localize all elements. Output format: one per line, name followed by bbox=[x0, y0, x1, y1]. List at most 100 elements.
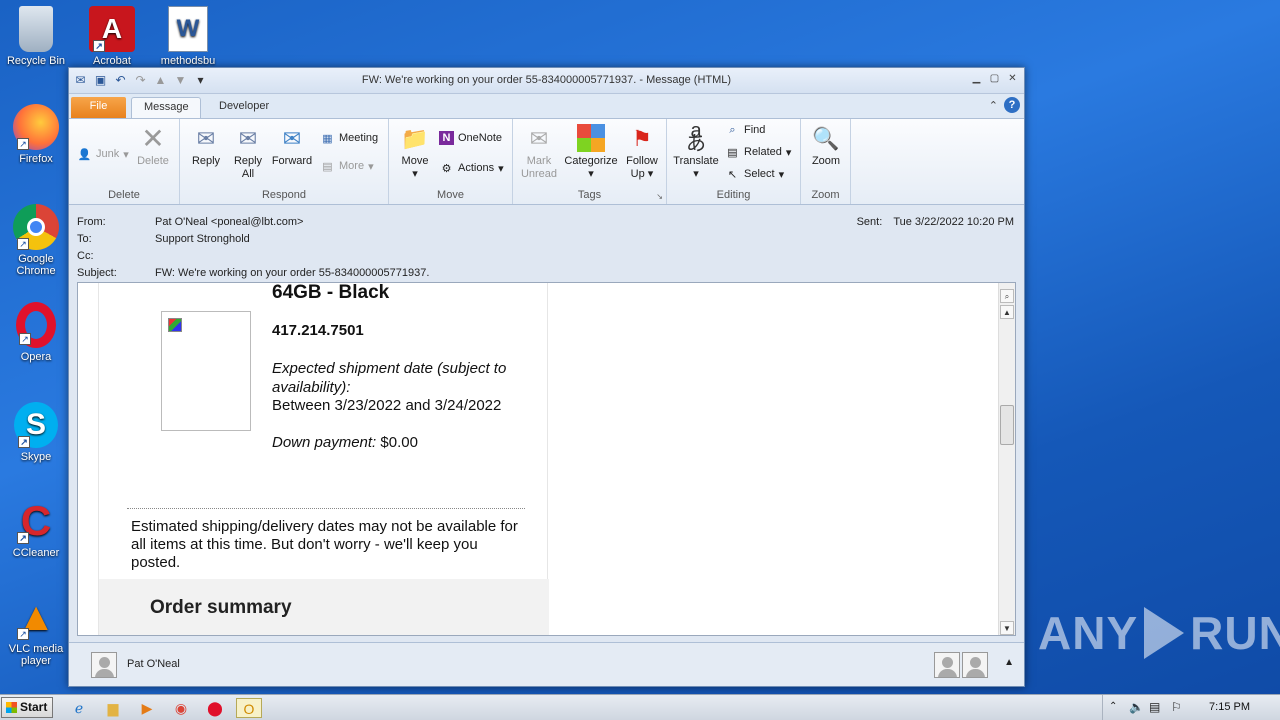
more-icon: ▤ bbox=[322, 160, 333, 173]
from-value[interactable]: Pat O'Neal <poneal@lbt.com> bbox=[155, 216, 303, 228]
chrome-taskbar-icon[interactable]: ◉ bbox=[170, 698, 192, 718]
desktop-icon-firefox[interactable]: ↗ Firefox bbox=[0, 104, 72, 165]
anyrun-watermark: ANY RUN bbox=[1038, 607, 1280, 659]
broken-image-icon bbox=[168, 318, 182, 332]
tab-message[interactable]: Message bbox=[131, 97, 201, 118]
help-icon[interactable]: ? bbox=[1004, 97, 1020, 113]
onenote-button[interactable]: N OneNote bbox=[439, 131, 502, 145]
forward-button[interactable]: ✉ Forward bbox=[270, 123, 314, 168]
follow-up-button[interactable]: ⚑ Follow Up ▾ bbox=[621, 123, 663, 181]
select-button[interactable]: ↖ Select ▾ bbox=[725, 167, 784, 181]
desktop-icon-vlc[interactable]: ▲ ↗ VLC media player bbox=[0, 594, 72, 667]
start-button[interactable]: Start bbox=[1, 697, 53, 718]
order-summary-heading: Order summary bbox=[150, 597, 292, 618]
desktop-icon-opera[interactable]: ↗ Opera bbox=[0, 302, 72, 363]
forward-icon: ✉ bbox=[282, 125, 302, 151]
zoom-magnifier-icon: 🔍 bbox=[812, 125, 840, 151]
desktop-icon-acrobat[interactable]: A ↗ Acrobat bbox=[76, 6, 148, 68]
media-player-taskbar-icon[interactable]: ▶ bbox=[136, 698, 158, 718]
ccleaner-icon: C ↗ bbox=[13, 498, 59, 544]
desktop-icon-chrome[interactable]: ↗ Google Chrome bbox=[0, 204, 72, 277]
desktop-icon-label: Firefox bbox=[19, 153, 53, 165]
follow-up-flag-icon: ⚑ bbox=[632, 125, 652, 151]
reply-button[interactable]: ✉ Reply bbox=[186, 123, 226, 168]
desktop-icon-skype[interactable]: S ↗ Skype bbox=[0, 402, 72, 463]
skype-icon: S ↗ bbox=[14, 402, 58, 448]
shipment-info: Expected shipment date (subject to avail… bbox=[272, 360, 507, 451]
desktop-icon-label: methodsbu bbox=[160, 55, 216, 67]
explorer-taskbar-icon[interactable]: ▆ bbox=[102, 698, 124, 718]
desktop-icon-ccleaner[interactable]: C ↗ CCleaner bbox=[0, 498, 72, 560]
scroll-thumb[interactable] bbox=[1000, 405, 1014, 445]
sender-avatar[interactable] bbox=[91, 652, 117, 678]
reply-all-button[interactable]: ✉ Reply All bbox=[228, 123, 268, 181]
opera-taskbar-icon[interactable]: ⬤ bbox=[204, 698, 226, 718]
desktop-icon-methodsbu[interactable]: W methodsbu bbox=[152, 6, 224, 68]
subject-label: Subject: bbox=[77, 267, 117, 279]
ribbon-tabs: File Message Developer ⌃ ? bbox=[69, 94, 1024, 118]
action-center-flag-icon[interactable]: ⚐ bbox=[1171, 700, 1182, 714]
people-pane-name[interactable]: Pat O'Neal bbox=[127, 658, 180, 670]
minimize-button[interactable]: ▁ bbox=[969, 72, 984, 86]
ribbon-group-zoom: 🔍 Zoom Zoom bbox=[801, 119, 851, 204]
network-icon[interactable]: ▤ bbox=[1149, 700, 1160, 714]
ie-taskbar-icon[interactable]: ℯ bbox=[68, 698, 90, 718]
vertical-scrollbar[interactable]: ⌕ ▲ ▼ bbox=[998, 283, 1015, 635]
junk-button[interactable]: 👤 Junk ▾ bbox=[77, 147, 129, 161]
ribbon-group-tags: ✉ Mark Unread Categorize ▾ ⚑ Follow Up ▾ Ta… bbox=[513, 119, 667, 204]
desktop-icon-label: CCleaner bbox=[12, 547, 60, 559]
zoom-button[interactable]: 🔍 Zoom bbox=[805, 123, 847, 168]
clock[interactable]: 7:15 PM bbox=[1209, 701, 1250, 713]
order-summary-section: Order summary bbox=[99, 579, 549, 635]
expand-people-pane-icon[interactable]: ▲ bbox=[1004, 657, 1014, 668]
move-button[interactable]: 📁 Move ▾ bbox=[395, 123, 435, 181]
translate-icon: aあ bbox=[686, 120, 706, 155]
message-window: ✉ ▣ ↶ ↷ ▲ ▼ ▾ FW: We're working on your … bbox=[68, 67, 1025, 687]
categorize-button[interactable]: Categorize ▾ bbox=[563, 123, 619, 181]
collapse-ribbon-icon[interactable]: ⌃ bbox=[989, 99, 998, 112]
desktop-icon-label: Recycle Bin bbox=[6, 55, 66, 67]
find-button[interactable]: ⌕ Find bbox=[725, 123, 765, 137]
contact-avatar[interactable] bbox=[962, 652, 988, 678]
zoom-toggle-icon[interactable]: ⌕ bbox=[1000, 289, 1014, 303]
related-button[interactable]: ▤ Related ▾ bbox=[725, 145, 791, 159]
outlook-taskbar-icon[interactable]: O bbox=[236, 698, 262, 718]
tab-developer[interactable]: Developer bbox=[207, 97, 281, 118]
volume-icon[interactable]: 🔈 bbox=[1129, 700, 1144, 714]
meeting-button[interactable]: ▦ Meeting bbox=[320, 131, 378, 145]
actions-button[interactable]: ⚙ Actions ▾ bbox=[439, 161, 504, 175]
ribbon-group-editing: aあ Translate ▾ ⌕ Find ▤ Related ▾ ↖ Select ▾ E… bbox=[667, 119, 801, 204]
categorize-icon bbox=[576, 123, 606, 153]
people-pane: Pat O'Neal ▲ bbox=[69, 642, 1024, 686]
more-button[interactable]: ▤ More ▾ bbox=[320, 159, 373, 173]
chrome-icon: ↗ bbox=[13, 204, 59, 250]
contact-avatar[interactable] bbox=[934, 652, 960, 678]
subject-value: FW: We're working on your order 55-83400… bbox=[155, 267, 430, 279]
system-tray: ⌃ 🔈 ▤ ⚐ 7:15 PM bbox=[1102, 695, 1280, 720]
word-document-icon: W bbox=[168, 6, 208, 52]
mark-unread-button[interactable]: ✉ Mark Unread bbox=[517, 123, 561, 181]
dialog-launcher-icon[interactable]: ↘ bbox=[656, 192, 663, 201]
desktop-icon-label: Skype bbox=[20, 451, 52, 463]
message-body[interactable]: 64GB - Black 417.214.7501 Expected shipm… bbox=[77, 282, 1016, 636]
message-headers: From: Pat O'Neal <poneal@lbt.com> To: Su… bbox=[69, 208, 1024, 280]
recycle-bin-icon bbox=[19, 6, 53, 52]
content-divider bbox=[127, 508, 525, 509]
close-button[interactable]: ✕ bbox=[1005, 72, 1020, 86]
meeting-icon: ▦ bbox=[322, 132, 333, 145]
translate-button[interactable]: aあ Translate ▾ bbox=[671, 120, 721, 181]
junk-icon: 👤 bbox=[77, 148, 92, 161]
maximize-button[interactable]: ▢ bbox=[987, 72, 1002, 86]
phone-number: 417.214.7501 bbox=[272, 322, 364, 339]
scroll-up-icon[interactable]: ▲ bbox=[1000, 305, 1014, 319]
actions-icon: ⚙ bbox=[441, 162, 452, 175]
to-value[interactable]: Support Stronghold bbox=[155, 233, 250, 245]
ribbon: 👤 Junk ▾ ✕ Delete Delete ✉ Reply ✉ Reply Al… bbox=[69, 118, 1024, 205]
onenote-icon: N bbox=[439, 131, 454, 145]
tab-file[interactable]: File bbox=[71, 97, 126, 118]
show-hidden-icons[interactable]: ⌃ bbox=[1109, 701, 1117, 712]
desktop-icon-recycle-bin[interactable]: Recycle Bin bbox=[0, 6, 72, 67]
window-title: FW: We're working on your order 55-83400… bbox=[361, 74, 732, 86]
delete-button[interactable]: ✕ Delete bbox=[133, 123, 173, 168]
scroll-down-icon[interactable]: ▼ bbox=[1000, 621, 1014, 635]
